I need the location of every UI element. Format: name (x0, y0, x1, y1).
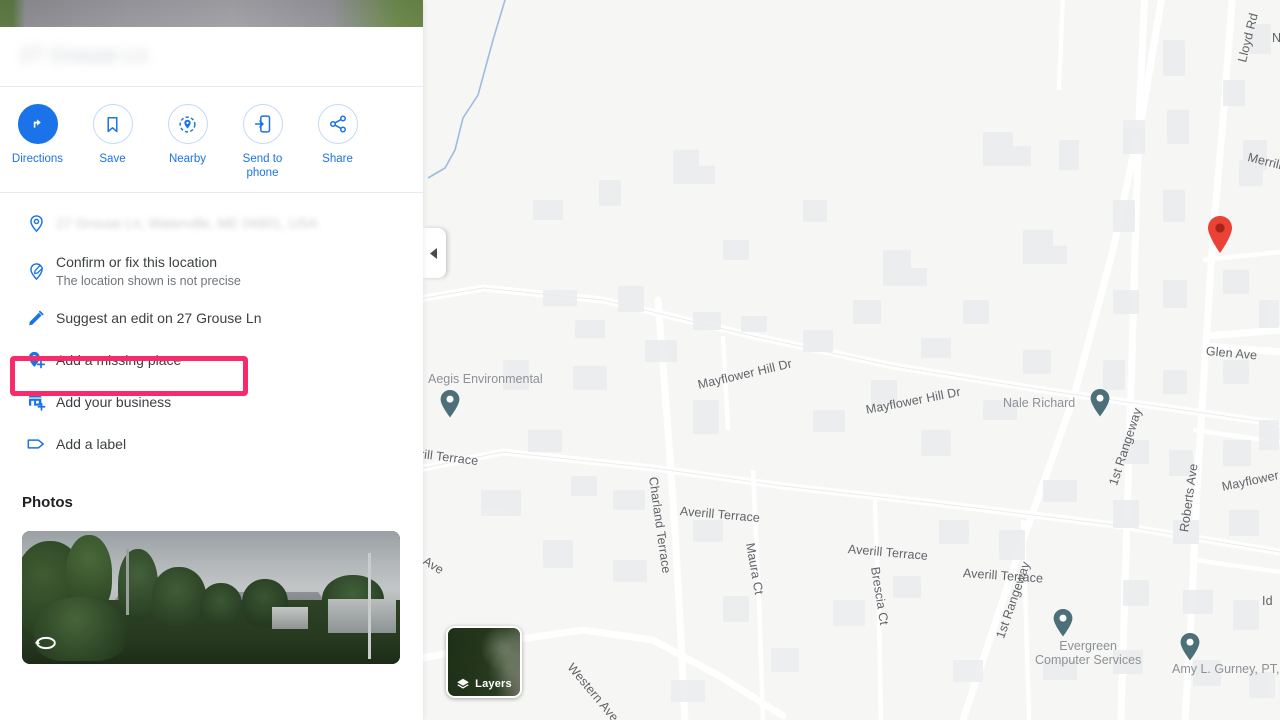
photos-heading: Photos (22, 494, 73, 511)
photo-house (272, 607, 308, 629)
action-button-row: Directions Save Nearby Send to phone Share (0, 88, 423, 193)
collapse-panel-arrow[interactable] (423, 228, 446, 278)
add-business-text: Add your business (56, 393, 172, 410)
action-label: Share (322, 153, 353, 165)
layers-button[interactable]: Layers (446, 626, 522, 698)
pencil-icon (16, 307, 56, 327)
chevron-left-icon (430, 247, 437, 259)
confirm-location-row[interactable]: Confirm or fix this location The locatio… (0, 244, 423, 296)
confirm-location-subtitle: The location shown is not precise (56, 273, 241, 288)
directions-icon (17, 104, 58, 144)
action-send-to-phone-button[interactable]: Send to phone (225, 104, 300, 192)
confirm-location-title: Confirm or fix this location (56, 253, 218, 270)
poi-marker[interactable] (1089, 388, 1111, 418)
result-location-marker[interactable] (1206, 215, 1234, 255)
photo-thumbnail[interactable] (22, 531, 400, 664)
poi-marker[interactable] (1052, 608, 1074, 638)
poi-marker[interactable] (1179, 632, 1201, 662)
add-missing-place-text: Add a missing place (56, 351, 182, 368)
address-text: 27 Grouse Ln, Waterville, ME 04901, USA (56, 214, 318, 231)
add-missing-place-row[interactable]: Add a missing place (0, 338, 423, 380)
label-tag-icon (16, 432, 56, 454)
add-label-row[interactable]: Add a label (0, 422, 423, 464)
layers-label: Layers (475, 678, 512, 690)
layers-icon (457, 678, 469, 689)
share-icon (317, 104, 358, 144)
suggest-edit-text: Suggest an edit on 27 Grouse Ln (56, 309, 262, 326)
location-pin-icon (16, 212, 56, 233)
photo-foliage (200, 583, 242, 627)
add-place-pin-icon (16, 348, 56, 370)
action-label: Save (99, 153, 126, 165)
send-to-phone-icon (242, 104, 283, 144)
action-label: Nearby (168, 153, 207, 165)
map-canvas[interactable]: Lloyd Rd N Merrill Glen Ave Mayflower Hill D… (423, 0, 1280, 720)
photo-utility-pole (126, 549, 129, 615)
action-share-button[interactable]: Share (300, 104, 375, 192)
place-details-panel: 27 Grouse Ln Directions Save Nearby Send to… (0, 0, 423, 720)
action-nearby-button[interactable]: Nearby (150, 104, 225, 192)
poi-marker[interactable] (439, 389, 461, 419)
street-view-hero[interactable] (0, 0, 423, 27)
bookmark-icon (92, 104, 133, 144)
photo-house (328, 599, 396, 633)
photo-utility-pole (368, 553, 371, 659)
add-label-text: Add a label (56, 435, 127, 452)
address-row[interactable]: 27 Grouse Ln, Waterville, ME 04901, USA (0, 200, 423, 244)
action-label: Send to phone (242, 153, 283, 179)
pin-edit-icon (16, 260, 56, 281)
pegman-360-icon (32, 632, 60, 654)
place-info-list: 27 Grouse Ln, Waterville, ME 04901, USA … (0, 200, 423, 464)
place-title-container: 27 Grouse Ln (0, 27, 423, 87)
storefront-add-icon (16, 390, 56, 412)
add-business-row[interactable]: Add your business (0, 380, 423, 422)
action-directions-button[interactable]: Directions (0, 104, 75, 192)
action-save-button[interactable]: Save (75, 104, 150, 192)
photo-foliage (152, 567, 206, 627)
suggest-edit-row[interactable]: Suggest an edit on 27 Grouse Ln (0, 296, 423, 338)
place-title: 27 Grouse Ln (20, 44, 148, 67)
action-label: Directions (11, 153, 64, 165)
nearby-search-icon (167, 104, 208, 144)
map-vector-layer (423, 0, 1280, 720)
